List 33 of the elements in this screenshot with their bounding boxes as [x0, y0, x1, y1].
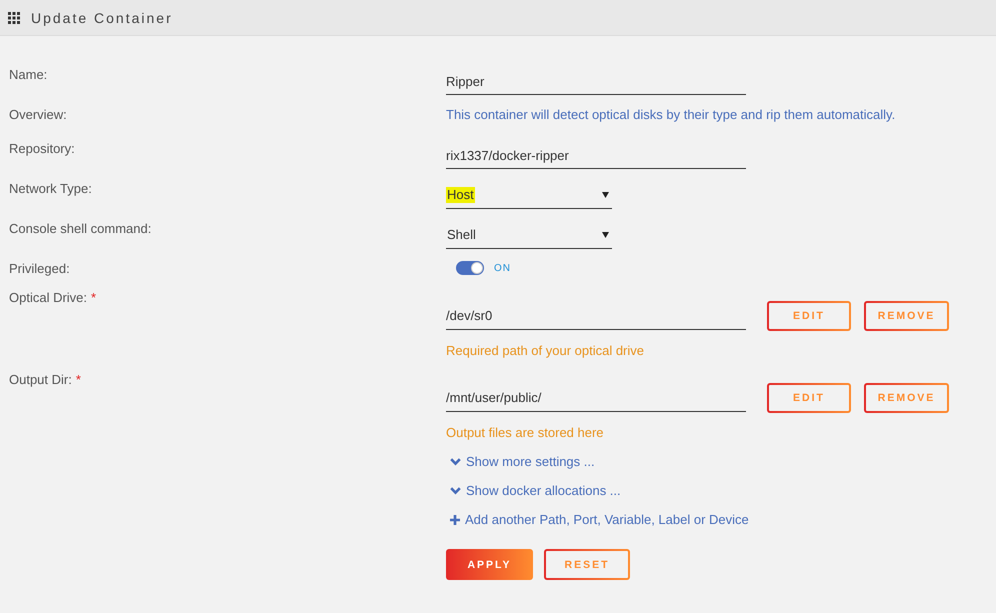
apply-button[interactable]: APPLY [446, 549, 533, 580]
toggle-state-label: ON [494, 262, 511, 274]
field-label: Name: [9, 66, 48, 84]
required-asterisk: * [76, 371, 81, 389]
path-field[interactable]: /dev/sr0 [446, 302, 746, 330]
grid-icon [8, 12, 20, 24]
add-link[interactable]: Add another Path, Port, Variable, Label or Device [446, 511, 749, 529]
required-asterisk: * [91, 289, 96, 307]
text-highlight: Host [446, 187, 475, 203]
chevron-down-icon [450, 458, 461, 466]
expand-link[interactable]: Show docker allocations ... [446, 482, 621, 500]
page-title: Update Container [31, 10, 173, 26]
text-field[interactable]: Ripper [446, 68, 746, 95]
caret-icon [602, 232, 609, 238]
chevron-down-icon [450, 487, 461, 495]
field-label: Optical Drive: [9, 289, 88, 307]
field-label: Console shell command: [9, 220, 152, 238]
field-label: Repository: [9, 140, 75, 158]
plus-icon [450, 515, 460, 525]
help-text: Output files are stored here [446, 424, 604, 442]
text-field[interactable]: rix1337/docker-ripper [446, 142, 746, 169]
caret-icon [602, 192, 609, 198]
expand-link[interactable]: Show more settings ... [446, 453, 595, 471]
description-text: This container will detect optical disks by their type and rip them automatically. [446, 106, 896, 124]
field-label: Network Type: [9, 180, 92, 198]
field-label: Privileged: [9, 260, 70, 278]
dropdown[interactable]: Shell [446, 222, 612, 249]
toggle-switch[interactable] [456, 261, 484, 275]
field-label: Overview: [9, 106, 67, 124]
path-field[interactable]: /mnt/user/public/ [446, 384, 746, 412]
field-label: Output Dir: [9, 371, 72, 389]
dropdown[interactable]: Host [446, 182, 612, 209]
help-text: Required path of your optical drive [446, 342, 644, 360]
